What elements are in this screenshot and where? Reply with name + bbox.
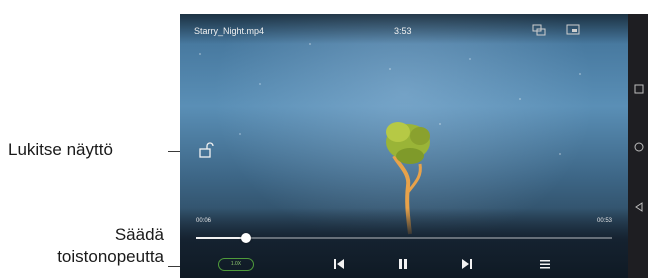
seek-progress — [196, 237, 246, 239]
android-nav-bar — [628, 14, 648, 278]
mirror-icon[interactable] — [532, 24, 546, 36]
total-duration: 00:53 — [596, 218, 612, 224]
nav-circle-icon[interactable] — [634, 142, 644, 152]
seek-knob[interactable] — [240, 233, 251, 243]
elapsed-time: 00:06 — [196, 218, 212, 224]
seek-bar[interactable] — [196, 233, 612, 243]
playback-controls: 1.0X — [180, 252, 628, 278]
status-clock: 3:53 — [394, 26, 412, 36]
cast-icon[interactable] — [566, 24, 580, 36]
nav-square-icon[interactable] — [634, 84, 644, 94]
speed-callout-line2: toistonopeutta — [57, 247, 164, 266]
next-icon[interactable] — [460, 257, 474, 271]
top-bar: Starry_Night.mp4 3:53 — [180, 14, 628, 44]
video-title: Starry_Night.mp4 — [194, 26, 265, 36]
lock-screen-callout: Lukitse näyttö — [8, 140, 113, 159]
previous-icon[interactable] — [332, 257, 346, 271]
speed-callout: Säädä toistonopeutta — [57, 224, 164, 268]
phone-frame: Starry_Night.mp4 3:53 00:06 00:53 1.0X — [180, 14, 648, 278]
nav-back-icon[interactable] — [634, 202, 644, 212]
playback-speed-button[interactable]: 1.0X — [218, 258, 254, 271]
screen-lock-icon[interactable] — [198, 142, 214, 158]
playlist-icon[interactable] — [538, 257, 552, 271]
pause-icon[interactable] — [396, 257, 410, 271]
video-screen[interactable]: Starry_Night.mp4 3:53 00:06 00:53 1.0X — [180, 14, 628, 278]
speed-callout-line1: Säädä — [114, 225, 164, 244]
